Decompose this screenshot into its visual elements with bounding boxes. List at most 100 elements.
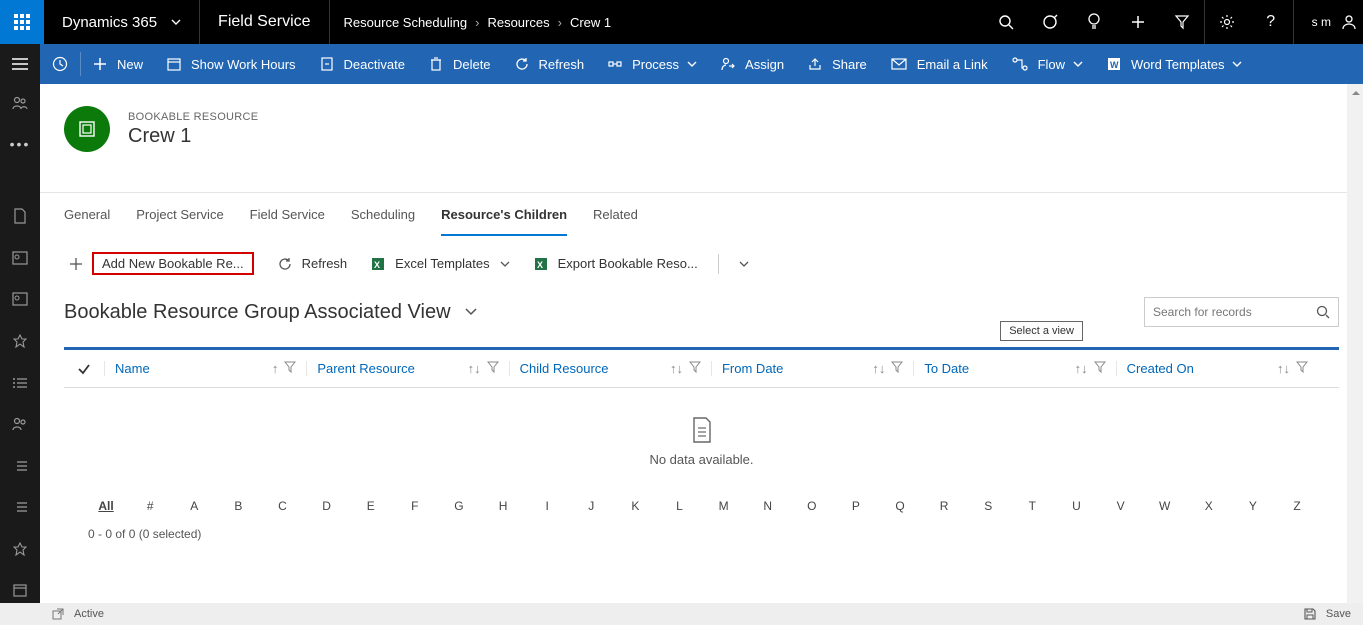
tab-field-service[interactable]: Field Service	[250, 193, 325, 236]
quick-create-button[interactable]	[1116, 0, 1160, 44]
refresh-button[interactable]: Refresh	[503, 44, 597, 84]
task-flow-button[interactable]	[1028, 0, 1072, 44]
rail-item[interactable]	[0, 245, 40, 271]
select-all-checkbox[interactable]	[64, 362, 104, 376]
sort-icon[interactable]: ↑↓	[872, 361, 885, 376]
rail-item[interactable]	[0, 411, 40, 437]
rail-more[interactable]: •••	[0, 132, 40, 158]
alpha-filter-x[interactable]: X	[1187, 499, 1231, 513]
search-records-input[interactable]: Search for records	[1144, 297, 1339, 327]
sort-icon[interactable]: ↑↓	[1277, 361, 1290, 376]
recent-button[interactable]	[40, 44, 80, 84]
tab-resources-children[interactable]: Resource's Children	[441, 193, 567, 236]
alpha-filter-c[interactable]: C	[260, 499, 304, 513]
alpha-filter-z[interactable]: Z	[1275, 499, 1319, 513]
export-bookable-button[interactable]: X Export Bookable Reso...	[524, 252, 708, 275]
alpha-filter-#[interactable]: #	[128, 499, 172, 513]
sort-icon[interactable]: ↑↓	[1075, 361, 1088, 376]
vertical-scrollbar[interactable]	[1347, 84, 1363, 603]
alpha-filter-f[interactable]: F	[393, 499, 437, 513]
alpha-filter-u[interactable]: U	[1054, 499, 1098, 513]
rail-item[interactable]	[0, 328, 40, 354]
deactivate-button[interactable]: Deactivate	[308, 44, 417, 84]
breadcrumb-item[interactable]: Crew 1	[570, 15, 611, 30]
search-button[interactable]	[984, 0, 1028, 44]
subgrid-refresh-button[interactable]: Refresh	[268, 252, 358, 275]
new-button[interactable]: New	[81, 44, 155, 84]
sort-icon[interactable]: ↑↓	[670, 361, 683, 376]
column-header-to[interactable]: To Date↑↓	[913, 361, 1115, 376]
column-header-created[interactable]: Created On↑↓	[1116, 361, 1318, 376]
alpha-filter-p[interactable]: P	[834, 499, 878, 513]
help-button[interactable]: ?	[1249, 0, 1293, 44]
funnel-icon[interactable]	[487, 361, 499, 373]
rail-item[interactable]	[0, 494, 40, 520]
advanced-find-button[interactable]	[1160, 0, 1204, 44]
user-menu[interactable]: s m	[1294, 0, 1363, 44]
tab-general[interactable]: General	[64, 193, 110, 236]
tab-related[interactable]: Related	[593, 193, 638, 236]
alpha-filter-b[interactable]: B	[216, 499, 260, 513]
alpha-filter-g[interactable]: G	[437, 499, 481, 513]
view-selector[interactable]: Bookable Resource Group Associated View	[64, 301, 477, 324]
rail-item[interactable]	[0, 204, 40, 230]
word-templates-button[interactable]: WWord Templates	[1095, 44, 1254, 84]
delete-button[interactable]: Delete	[417, 44, 503, 84]
rail-item[interactable]	[0, 577, 40, 603]
alpha-filter-s[interactable]: S	[966, 499, 1010, 513]
funnel-icon[interactable]	[1094, 361, 1106, 373]
add-new-bookable-button[interactable]: Add New Bookable Re...	[60, 248, 264, 279]
funnel-icon[interactable]	[1296, 361, 1308, 373]
rail-item[interactable]	[0, 287, 40, 313]
alpha-filter-o[interactable]: O	[790, 499, 834, 513]
alpha-filter-m[interactable]: M	[702, 499, 746, 513]
alpha-filter-k[interactable]: K	[613, 499, 657, 513]
alpha-filter-w[interactable]: W	[1143, 499, 1187, 513]
alpha-filter-r[interactable]: R	[922, 499, 966, 513]
alpha-filter-v[interactable]: V	[1099, 499, 1143, 513]
alpha-filter-n[interactable]: N	[746, 499, 790, 513]
column-header-name[interactable]: Name↑	[104, 361, 306, 376]
sort-icon[interactable]: ↑↓	[468, 361, 481, 376]
popout-icon[interactable]	[52, 608, 64, 620]
rail-item[interactable]	[0, 90, 40, 116]
app-name-button[interactable]: Dynamics 365	[44, 0, 200, 44]
alpha-filter-q[interactable]: Q	[878, 499, 922, 513]
rail-item[interactable]	[0, 370, 40, 396]
rail-item[interactable]	[0, 453, 40, 479]
process-button[interactable]: Process	[596, 44, 709, 84]
more-commands-button[interactable]	[729, 255, 759, 273]
settings-button[interactable]	[1205, 0, 1249, 44]
alpha-filter-all[interactable]: All	[84, 499, 128, 513]
column-header-parent[interactable]: Parent Resource↑↓	[306, 361, 508, 376]
flow-button[interactable]: Flow	[1000, 44, 1095, 84]
column-header-child[interactable]: Child Resource↑↓	[509, 361, 711, 376]
funnel-icon[interactable]	[891, 361, 903, 373]
alpha-filter-d[interactable]: D	[305, 499, 349, 513]
share-button[interactable]: Share	[796, 44, 879, 84]
alpha-filter-a[interactable]: A	[172, 499, 216, 513]
alpha-filter-h[interactable]: H	[481, 499, 525, 513]
assign-button[interactable]: Assign	[709, 44, 796, 84]
alpha-filter-y[interactable]: Y	[1231, 499, 1275, 513]
funnel-icon[interactable]	[284, 361, 296, 373]
alpha-filter-l[interactable]: L	[657, 499, 701, 513]
alpha-filter-i[interactable]: I	[525, 499, 569, 513]
tab-scheduling[interactable]: Scheduling	[351, 193, 415, 236]
rail-item[interactable]	[0, 536, 40, 562]
sort-icon[interactable]: ↑	[272, 361, 279, 376]
breadcrumb-item[interactable]: Resource Scheduling	[344, 15, 468, 30]
app-launcher-button[interactable]	[0, 0, 44, 44]
email-link-button[interactable]: Email a Link	[879, 44, 1000, 84]
funnel-icon[interactable]	[689, 361, 701, 373]
area-name-label[interactable]: Field Service	[200, 0, 329, 44]
excel-templates-button[interactable]: X Excel Templates	[361, 252, 519, 275]
alpha-filter-t[interactable]: T	[1010, 499, 1054, 513]
breadcrumb-item[interactable]: Resources	[487, 15, 549, 30]
alpha-filter-j[interactable]: J	[569, 499, 613, 513]
alpha-filter-e[interactable]: E	[349, 499, 393, 513]
save-button[interactable]: Save	[1304, 608, 1351, 620]
assistant-button[interactable]	[1072, 0, 1116, 44]
show-work-hours-button[interactable]: Show Work Hours	[155, 44, 308, 84]
sitemap-toggle-button[interactable]	[0, 44, 40, 84]
